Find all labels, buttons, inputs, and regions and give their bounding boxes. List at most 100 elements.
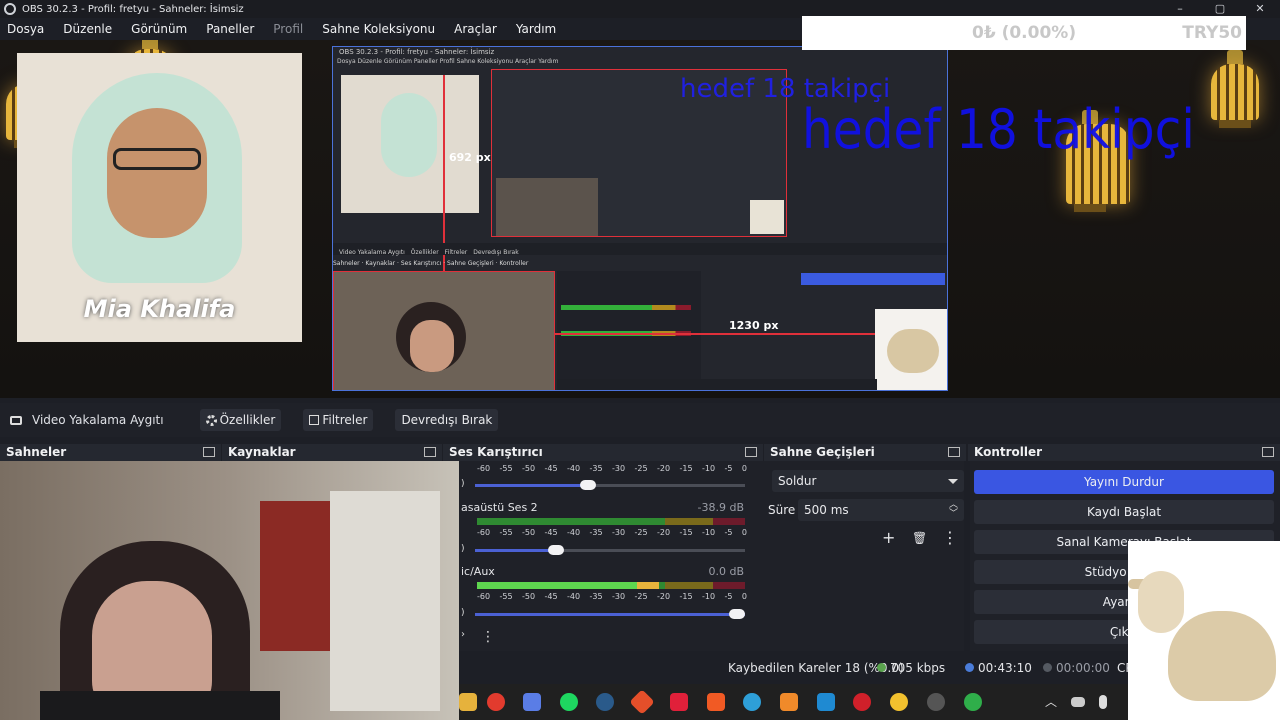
rec-time: 00:00:00 xyxy=(1043,661,1110,675)
meter-tick-label: -15 xyxy=(679,528,693,537)
copilot-icon[interactable] xyxy=(523,693,541,711)
close-button[interactable]: ✕ xyxy=(1240,0,1280,18)
properties-label: Özellikler xyxy=(219,413,276,427)
chevron-up-icon[interactable]: ︿ xyxy=(1045,693,1057,710)
meter-tick-label: -25 xyxy=(634,464,648,473)
glasses-shape xyxy=(113,148,201,170)
meter-tick-label: -10 xyxy=(702,528,716,537)
meter-tick-label: -35 xyxy=(589,528,603,537)
volume-slider[interactable] xyxy=(475,545,745,555)
meter-tick-label: -50 xyxy=(522,592,536,601)
delete-icon[interactable]: 🗑 xyxy=(912,531,927,545)
app-icon[interactable] xyxy=(670,693,688,711)
duration-value: 500 ms xyxy=(804,503,849,517)
meter-tick-label: -45 xyxy=(544,464,558,473)
steam-icon[interactable] xyxy=(596,693,614,711)
tray-app-icon[interactable] xyxy=(1071,697,1085,707)
menu-scene-collection[interactable]: Sahne Koleksiyonu xyxy=(322,22,435,36)
undock-icon[interactable] xyxy=(424,447,436,457)
speaker-icon[interactable]: ) xyxy=(461,544,465,554)
duration-field[interactable]: 500 ms ︿ ﹀ xyxy=(798,499,964,521)
vscode-icon[interactable] xyxy=(817,693,835,711)
scenes-dock-header: Sahneler xyxy=(0,444,221,461)
meter-tick-label: -20 xyxy=(657,528,671,537)
speaker-icon[interactable]: ) xyxy=(461,479,465,489)
obs-logo-icon xyxy=(4,3,16,15)
live-time: 00:43:10 xyxy=(965,661,1032,675)
undock-icon[interactable] xyxy=(1262,447,1274,457)
menu-help[interactable]: Yardım xyxy=(516,22,556,36)
selected-source-label: Video Yakalama Aygıtı xyxy=(32,413,164,427)
meter-scale: -60 -55 -50 -45 -40 -35 -30 -25 -20 -15 -10 -5 0 xyxy=(477,528,747,537)
filters-label: Filtreler xyxy=(322,413,368,427)
spotify-icon[interactable] xyxy=(560,693,578,711)
transitions-dock-header: Sahne Geçişleri xyxy=(764,444,966,461)
preview-canvas[interactable]: Mia Khalifa OBS 30.2.3 - Profil: fretyu … xyxy=(0,40,1280,398)
edge-icon[interactable] xyxy=(743,693,761,711)
meter-scale: -60 -55 -50 -45 -40 -35 -30 -25 -20 -15 -10 -5 0 xyxy=(477,464,747,473)
more-icon[interactable]: ⋮ xyxy=(942,528,958,547)
speaker-icon[interactable]: ) xyxy=(461,608,465,618)
meter-tick-label: -20 xyxy=(657,464,671,473)
meter-tick-label: -35 xyxy=(589,464,603,473)
stop-streaming-button[interactable]: Yayını Durdur xyxy=(974,470,1274,494)
opera-icon[interactable] xyxy=(487,693,505,711)
sources-title: Kaynaklar xyxy=(228,445,296,459)
mixer-config-icon[interactable]: › xyxy=(461,629,465,640)
add-icon[interactable]: + xyxy=(882,528,895,547)
menu-docks[interactable]: Paneller xyxy=(206,22,254,36)
volume-slider[interactable] xyxy=(475,480,745,490)
brave-icon[interactable] xyxy=(707,693,725,711)
microphone-icon[interactable] xyxy=(1099,695,1107,709)
meter-tick-label: -45 xyxy=(544,528,558,537)
meter-tick-label: -20 xyxy=(657,592,671,601)
meter-tick-label: -35 xyxy=(589,592,603,601)
filter-icon xyxy=(309,415,320,425)
chrome-icon[interactable] xyxy=(964,693,982,711)
undock-icon[interactable] xyxy=(948,447,960,457)
audio-mixer-panel: -60 -55 -50 -45 -40 -35 -30 -25 -20 -15 -10 -5 0 ) a… xyxy=(459,461,764,651)
volume-slider[interactable] xyxy=(475,609,745,619)
guide-line-vertical xyxy=(443,75,445,271)
menu-tools[interactable]: Araçlar xyxy=(454,22,497,36)
nested-sheep-image xyxy=(875,309,947,390)
git-icon[interactable] xyxy=(629,689,655,715)
file-explorer-icon[interactable] xyxy=(459,693,477,711)
transitions-panel: Soldur Süre 500 ms ︿ ﹀ + 🗑 ⋮ xyxy=(764,461,964,651)
undock-icon[interactable] xyxy=(745,447,757,457)
spin-arrows-icon[interactable]: ︿ ﹀ xyxy=(949,501,958,519)
start-recording-button[interactable]: Kaydı Başlat xyxy=(974,500,1274,524)
mixer-menu-icon[interactable]: ⋮ xyxy=(481,629,495,645)
meter-tick-label: -15 xyxy=(679,592,693,601)
donation-goal-widget: 0₺ (0.00%) TRY50 xyxy=(802,16,1246,50)
image-source-card[interactable]: Mia Khalifa xyxy=(17,53,302,342)
obs-icon[interactable] xyxy=(927,693,945,711)
meter-tick-label: -10 xyxy=(702,464,716,473)
meter-tick-label: 0 xyxy=(741,464,747,473)
width-guide-label: 1230 px xyxy=(729,319,779,332)
vivaldi-icon[interactable] xyxy=(853,693,871,711)
menu-file[interactable]: Dosya xyxy=(7,22,44,36)
meter-tick-label: -40 xyxy=(567,528,581,537)
undock-icon[interactable] xyxy=(203,447,215,457)
goal-overlay-text: hedef 18 takipçi xyxy=(802,98,1195,161)
nested-menu: Dosya Düzenle Görünüm Paneller Profil Sa… xyxy=(337,58,559,65)
transition-selected-label: Soldur xyxy=(778,474,817,488)
chrome-icon[interactable] xyxy=(890,693,908,711)
menu-view[interactable]: Görünüm xyxy=(131,22,187,36)
lantern-decoration xyxy=(1205,50,1265,130)
transitions-title: Sahne Geçişleri xyxy=(770,445,875,459)
menu-edit[interactable]: Düzenle xyxy=(63,22,112,36)
meter-tick-label: -50 xyxy=(522,528,536,537)
disable-button[interactable]: Devredışı Bırak xyxy=(395,409,499,431)
meter-tick-label: -30 xyxy=(612,528,626,537)
filters-button[interactable]: Filtreler xyxy=(303,409,374,431)
app-icon[interactable] xyxy=(780,693,798,711)
menu-profile[interactable]: Profil xyxy=(273,22,303,36)
properties-button[interactable]: Özellikler xyxy=(199,409,282,431)
meter-tick-label: -45 xyxy=(544,592,558,601)
donation-amount: 0₺ (0.00%) xyxy=(972,23,1077,43)
transition-select[interactable]: Soldur xyxy=(772,470,964,492)
webcam-overlay xyxy=(0,461,459,720)
face-shape xyxy=(107,108,207,238)
